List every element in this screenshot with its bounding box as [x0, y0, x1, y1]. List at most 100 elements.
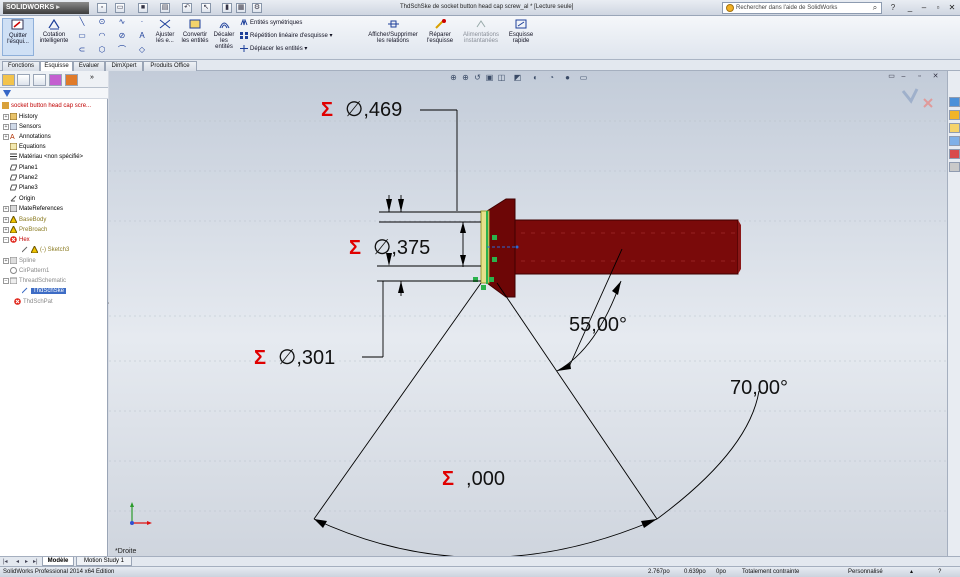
undo-icon[interactable]: ↶ [182, 3, 192, 13]
last-tab-icon[interactable]: ▸| [33, 558, 38, 565]
plane-icon[interactable]: ◇ [136, 45, 148, 54]
exit-sketch-icon[interactable] [901, 88, 919, 104]
view-palette-icon[interactable] [949, 136, 960, 146]
panel-scroll-right-icon[interactable]: » [90, 74, 100, 86]
fillet-icon[interactable]: ⌒ [116, 45, 128, 54]
repair-sketch-button[interactable]: Réparer l'esquisse [423, 18, 457, 56]
angle-dimension-70[interactable]: 70,00° [730, 377, 788, 400]
tab-features[interactable]: Fonctions [2, 61, 40, 71]
tree-item-sensors[interactable]: + Sensors [3, 123, 41, 131]
sketch-point[interactable] [481, 285, 486, 290]
next-tab-icon[interactable]: ▸ [25, 558, 28, 565]
text-icon[interactable]: A [136, 31, 148, 40]
polygon-icon[interactable]: ⬡ [96, 45, 108, 54]
dimxpert-tab-icon[interactable] [49, 74, 62, 86]
tree-item-prebroach[interactable]: + PreBroach [3, 226, 47, 234]
diameter-dimension-469[interactable]: Σ ∅,469 [321, 97, 402, 122]
search-go-icon[interactable]: ⌕ [870, 3, 880, 13]
tab-evaluate[interactable]: Evaluer [73, 61, 105, 71]
tree-item-basebody[interactable]: + BaseBody [3, 216, 46, 224]
slot-icon[interactable]: ⊘ [116, 31, 128, 40]
diameter-dimension-375[interactable]: Σ ∅,375 [349, 235, 430, 260]
screw-body[interactable] [486, 198, 741, 298]
trim-entities-button[interactable]: Ajuster les e... [153, 18, 177, 56]
help-icon[interactable]: ? [888, 3, 898, 13]
spline-icon[interactable]: ∿ [116, 17, 128, 26]
new-document-icon[interactable]: ▫ [97, 3, 107, 13]
tree-item-thdschpat[interactable]: ThdSchPat [14, 298, 53, 306]
select-icon[interactable]: ↖ [201, 3, 211, 13]
appearances-icon[interactable] [949, 149, 960, 159]
solidworks-resources-icon[interactable] [949, 97, 960, 107]
linear-pattern-button[interactable]: Répétition linéaire d'esquisse ▾ [240, 32, 333, 40]
quick-snaps-button[interactable]: Alimentations instantanées [460, 18, 502, 56]
minimize-button[interactable]: – [918, 2, 930, 13]
tree-item-cirpattern1[interactable]: CirPattern1 [3, 267, 49, 275]
tree-item-material[interactable]: Matériau <non spécifié> [3, 153, 83, 161]
tree-item-thdschske[interactable]: ThdSchSke [22, 287, 67, 295]
confirmation-corner[interactable] [899, 81, 939, 111]
first-tab-icon[interactable]: |◂ [3, 558, 8, 565]
diameter-dimension-301[interactable]: Σ ∅,301 [254, 345, 335, 370]
prev-tab-icon[interactable]: ◂ [16, 558, 19, 565]
property-manager-tab-icon[interactable] [17, 74, 30, 86]
dropdown-arrow-icon[interactable]: ▾ [303, 46, 307, 52]
print-icon[interactable]: ▤ [160, 3, 170, 13]
display-relations-button[interactable]: Afficher/Supprimer les relations [364, 18, 422, 56]
tree-item-history[interactable]: + History [3, 113, 38, 121]
save-icon[interactable]: ■ [138, 3, 148, 13]
file-properties-icon[interactable]: ▦ [236, 3, 246, 13]
tab-model[interactable]: Modèle [42, 557, 74, 566]
sketch-point[interactable] [492, 235, 497, 240]
quit-sketch-button[interactable]: Quitter l'esqui... [2, 18, 34, 56]
rebuild-icon[interactable]: ▮ [222, 3, 232, 13]
tab-sketch[interactable]: Esquisse [40, 61, 73, 71]
tree-item-origin[interactable]: Origin [3, 195, 35, 203]
design-library-icon[interactable] [949, 110, 960, 120]
rapid-sketch-button[interactable]: Esquisse rapide [505, 18, 537, 56]
display-manager-tab-icon[interactable] [65, 74, 78, 86]
sketch-point[interactable] [492, 257, 497, 262]
tab-office-products[interactable]: Produits Office [143, 61, 197, 71]
tree-item-annotations[interactable]: + A Annotations [3, 133, 51, 141]
options-icon[interactable]: ⚙ [252, 3, 262, 13]
discard-sketch-icon[interactable] [923, 98, 933, 108]
file-explorer-icon[interactable] [949, 123, 960, 133]
convert-entities-button[interactable]: Convertir les entités [179, 18, 211, 56]
arc-icon[interactable]: ◠ [96, 31, 108, 40]
tree-item-equations[interactable]: Equations [3, 143, 46, 151]
configuration-tab-icon[interactable] [33, 74, 46, 86]
slot-straight-icon[interactable]: ⊂ [76, 45, 88, 54]
tree-item-sketch3[interactable]: (-) Sketch3 [22, 246, 69, 254]
point-icon[interactable]: · [136, 17, 148, 26]
tree-filter[interactable] [0, 88, 108, 99]
mirror-entities-button[interactable]: Entités symétriques [240, 19, 302, 27]
tab-dimxpert[interactable]: DimXpert [105, 61, 143, 71]
unit-dropdown-icon[interactable]: ▴ [910, 567, 913, 577]
dimension-000[interactable]: Σ ,000 [442, 468, 505, 491]
tree-item-plane2[interactable]: Plane2 [3, 174, 38, 182]
maximize-button[interactable]: ▫ [932, 2, 944, 13]
rectangle-icon[interactable]: ▭ [76, 31, 88, 40]
close-button[interactable]: ✕ [946, 2, 958, 13]
sketch-point[interactable] [489, 277, 494, 282]
dropdown-arrow-icon[interactable]: ▾ [328, 33, 333, 39]
tree-item-threadschematic[interactable]: − ThreadSchematic [3, 277, 66, 285]
line-icon[interactable]: ╲ [76, 17, 88, 26]
tree-item-plane3[interactable]: Plane3 [3, 184, 38, 192]
tree-item-spline[interactable]: + Spline [3, 257, 36, 265]
offset-entities-button[interactable]: Décaler les entités [211, 18, 237, 58]
open-folder-icon[interactable]: ▭ [115, 3, 125, 13]
graphics-area[interactable]: ⊕ ⊕ ↺ ▣ ◫ ◩ ◐ ◔ ● ▭ ▭ – ▫ ✕ Σ ∅,469 Σ ∅,… [109, 71, 947, 556]
smart-dimension-button[interactable]: Cotation intelligente [37, 18, 71, 56]
restore-child-icon[interactable]: _ [904, 2, 916, 13]
move-entities-button[interactable]: Déplacer les entités ▾ [240, 45, 307, 53]
solidworks-logo[interactable]: SOLIDWORKS ▸ [3, 2, 89, 14]
angle-dimension-55[interactable]: 55,00° [569, 314, 627, 337]
custom-properties-icon[interactable] [949, 162, 960, 172]
feature-tree-tab-icon[interactable] [2, 74, 15, 86]
tree-item-mate-references[interactable]: + MateReferences [3, 205, 63, 213]
help-search-input[interactable]: Rechercher dans l'aide de SolidWorks [722, 2, 882, 14]
tree-item-hex[interactable]: − Hex [3, 236, 30, 244]
help-status-icon[interactable]: ? [938, 567, 941, 577]
